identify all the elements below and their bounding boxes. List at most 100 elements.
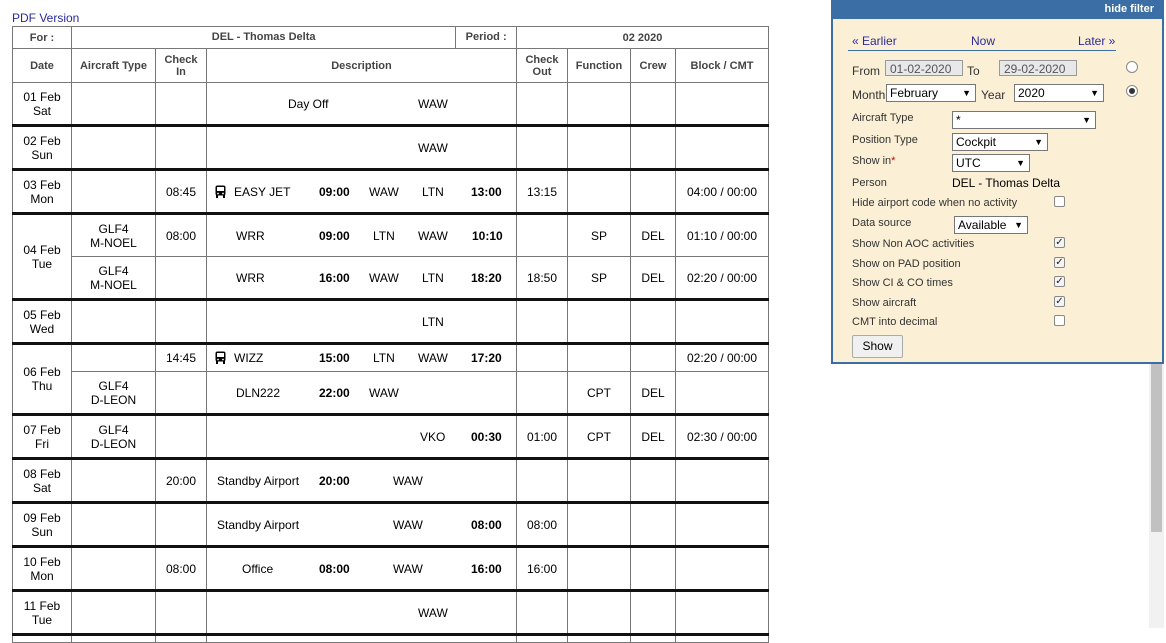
- col-check-out: Check Out: [516, 48, 568, 83]
- from-airport: WAW: [369, 184, 399, 199]
- check-out-cell: 16:00: [516, 545, 568, 591]
- earlier-link[interactable]: « Earlier: [852, 34, 897, 48]
- activity-title: EASY JET: [234, 184, 291, 199]
- cmt-decimal-checkbox[interactable]: [1054, 315, 1065, 326]
- table-row: GLF4 D-LEON DLN222 22:00 WAW CPT DEL: [13, 371, 770, 415]
- show-aircraft-checkbox[interactable]: ✓: [1054, 296, 1065, 307]
- date-cell: 06 Feb Thu: [12, 342, 72, 415]
- position-type-label: Position Type: [852, 134, 918, 146]
- description-cell: LTN: [206, 298, 517, 344]
- table-row: 06 Feb Thu 14:45 WIZZ 15:00 LTN WAW 17:20…: [12, 342, 770, 415]
- from-date-input[interactable]: 01-02-2020: [885, 60, 963, 76]
- col-aircraft-type: Aircraft Type: [71, 48, 156, 83]
- to-label: To: [967, 64, 980, 78]
- arrival-time: 00:30: [471, 429, 502, 444]
- non-aoc-label: Show Non AOC activities: [852, 238, 975, 250]
- arrival-time: 10:10: [472, 228, 503, 243]
- date-cell: 08 Feb Sat: [12, 457, 72, 503]
- block-cell: 04:00 / 00:00: [674, 168, 770, 214]
- date-range-radio[interactable]: [1126, 61, 1138, 73]
- table-row: 04 Feb Tue GLF4 M-NOEL 08:00 WRR 09:00 LTN…: [12, 212, 770, 300]
- pad-position-checkbox[interactable]: ✓: [1054, 257, 1065, 268]
- block-cell: 02:30 / 00:00: [674, 413, 770, 459]
- position-type-select[interactable]: Cockpit ▼: [952, 133, 1048, 151]
- date-cell: 05 Feb Wed: [12, 298, 72, 344]
- description-cell: Standby Airport WAW 08:00: [206, 501, 517, 547]
- col-crew: Crew: [630, 48, 676, 83]
- table-row: 10 Feb Mon 08:00 Office 08:00 WAW 16:00 1…: [12, 545, 770, 591]
- month-label: Month: [852, 88, 886, 102]
- from-airport: LTN: [373, 351, 395, 365]
- from-airport: WAW: [393, 517, 423, 532]
- from-airport: WAW: [418, 140, 448, 155]
- description-cell: Office 08:00 WAW 16:00: [206, 545, 517, 591]
- check-out-cell: 13:15: [516, 168, 568, 214]
- hide-airport-checkbox[interactable]: [1054, 196, 1065, 207]
- aircraft-cell: GLF4 D-LEON: [71, 413, 156, 459]
- non-aoc-checkbox[interactable]: ✓: [1054, 237, 1065, 248]
- check-out-cell: 18:50: [516, 256, 568, 300]
- ci-co-label: Show CI & CO times: [852, 277, 953, 289]
- aircraft-cell: GLF4 M-NOEL: [71, 256, 156, 300]
- crew-cell: DEL: [630, 371, 676, 415]
- aircraft-cell: GLF4 D-LEON: [71, 371, 156, 415]
- show-button[interactable]: Show: [852, 335, 903, 358]
- block-cell: 01:10 / 00:00: [674, 212, 770, 257]
- to-airport: WAW: [418, 351, 448, 365]
- col-function: Function: [567, 48, 631, 83]
- year-select[interactable]: 2020 ▼: [1014, 84, 1104, 102]
- col-description: Description: [206, 48, 517, 83]
- departure-time: 08:00: [319, 561, 350, 576]
- date-cell: 10 Feb Mon: [12, 545, 72, 591]
- month-select[interactable]: February ▼: [886, 84, 976, 102]
- check-out-cell: 08:00: [516, 501, 568, 547]
- column-headers: Date Aircraft Type Check In Description C…: [12, 48, 770, 83]
- pdf-version-link[interactable]: PDF Version: [12, 11, 79, 25]
- data-source-select[interactable]: Available ▼: [954, 216, 1028, 234]
- departure-time: 09:00: [319, 228, 350, 243]
- function-cell: CPT: [567, 371, 631, 415]
- block-cell: 02:20 / 00:00: [674, 256, 770, 300]
- table-row: 03 Feb Mon 08:45 EASY JET 09:00 WAW LTN 1…: [12, 168, 770, 214]
- aircraft-type-label: Aircraft Type: [852, 112, 914, 124]
- date-cell: 07 Feb Fri: [12, 413, 72, 459]
- block-cell: 02:20 / 00:00: [674, 342, 770, 372]
- departure-time: 15:00: [319, 351, 350, 365]
- check-in-cell: 14:45: [155, 342, 207, 372]
- col-date: Date: [12, 48, 72, 83]
- description-cell: VKO 00:30: [206, 413, 517, 459]
- table-row: 05 Feb Wed LTN: [12, 298, 770, 344]
- check-out-cell: 01:00: [516, 413, 568, 459]
- departure-time: 22:00: [319, 385, 350, 400]
- person-value: DEL - Thomas Delta: [952, 176, 1061, 190]
- ci-co-checkbox[interactable]: ✓: [1054, 276, 1065, 287]
- activity-title: Day Off: [288, 96, 329, 111]
- table-row: 02 Feb Sun WAW: [12, 124, 770, 170]
- from-airport: WAW: [418, 96, 448, 111]
- period-label: Period :: [455, 27, 516, 48]
- hide-filter-link[interactable]: hide filter: [1104, 3, 1154, 15]
- check-in-cell: 08:00: [155, 545, 207, 591]
- data-source-label: Data source: [852, 217, 912, 229]
- later-link[interactable]: Later »: [1078, 34, 1115, 48]
- activity-title: WIZZ: [234, 351, 264, 365]
- table-row: 09 Feb Sun Standby Airport WAW 08:00 08:0…: [12, 501, 770, 547]
- now-link[interactable]: Now: [971, 34, 995, 48]
- activity-title: Standby Airport: [217, 473, 300, 488]
- from-airport: WAW: [418, 605, 448, 620]
- month-year-radio[interactable]: [1126, 85, 1138, 97]
- activity-title: Standby Airport: [217, 517, 300, 532]
- departure-time: 09:00: [319, 184, 350, 199]
- arrival-time: 18:20: [471, 270, 502, 285]
- from-airport: WAW: [369, 270, 399, 285]
- to-airport: LTN: [422, 314, 444, 329]
- aircraft-type-select[interactable]: * ▼: [952, 111, 1096, 129]
- scrollbar-thumb[interactable]: [1151, 364, 1162, 532]
- to-date-input[interactable]: 29-02-2020: [999, 60, 1077, 76]
- hide-airport-label: Hide airport code when no activity: [852, 197, 1018, 209]
- description-cell: DLN222 22:00 WAW: [206, 371, 517, 415]
- show-in-select[interactable]: UTC ▼: [952, 154, 1030, 172]
- from-airport: WAW: [393, 561, 423, 576]
- function-cell: SP: [567, 212, 631, 257]
- description-cell: WIZZ 15:00 LTN WAW 17:20: [206, 342, 517, 372]
